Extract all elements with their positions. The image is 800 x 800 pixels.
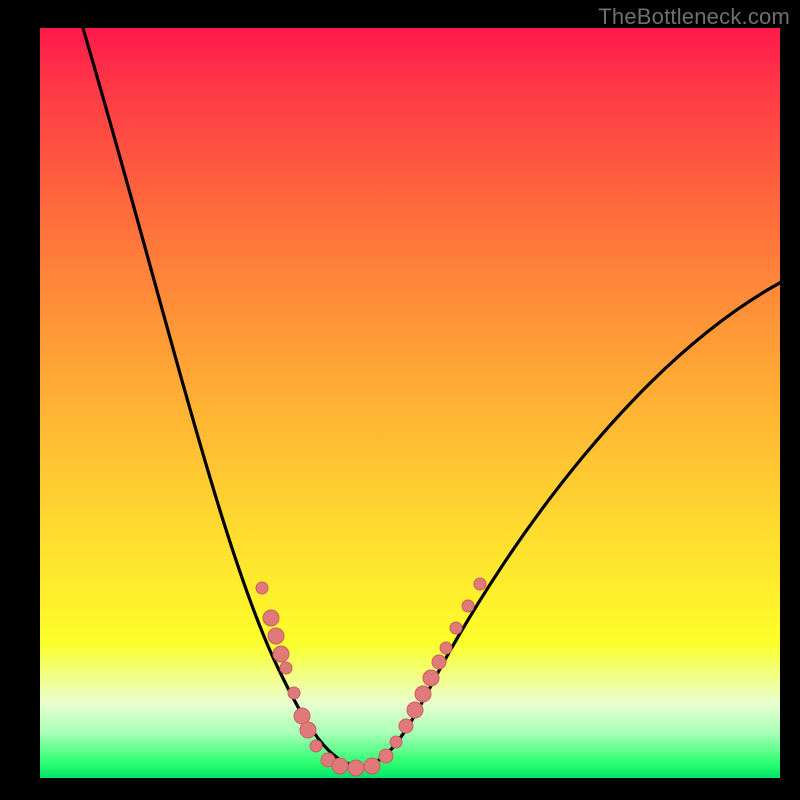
data-dot [364,758,380,774]
data-dot [280,662,292,674]
data-dot [300,722,316,738]
data-dot [310,740,322,752]
data-dot [332,758,348,774]
data-dot [423,670,439,686]
data-dot [288,687,300,699]
data-dot [407,702,423,718]
data-dot [474,578,486,590]
data-dot [399,719,413,733]
data-dot [263,610,279,626]
data-dot [432,655,446,669]
chart-frame: TheBottleneck.com [0,0,800,800]
watermark-text: TheBottleneck.com [598,4,790,30]
data-dots [256,578,486,776]
plot-area [40,28,780,778]
data-dot [256,582,268,594]
data-dot [273,646,289,662]
data-dot [450,622,462,634]
data-dot [462,600,474,612]
curve-svg [40,28,780,778]
data-dot [348,760,364,776]
data-dot [379,749,393,763]
bottleneck-curve-thick [80,28,780,766]
data-dot [268,628,284,644]
data-dot [415,686,431,702]
data-dot [440,642,452,654]
data-dot [390,736,402,748]
